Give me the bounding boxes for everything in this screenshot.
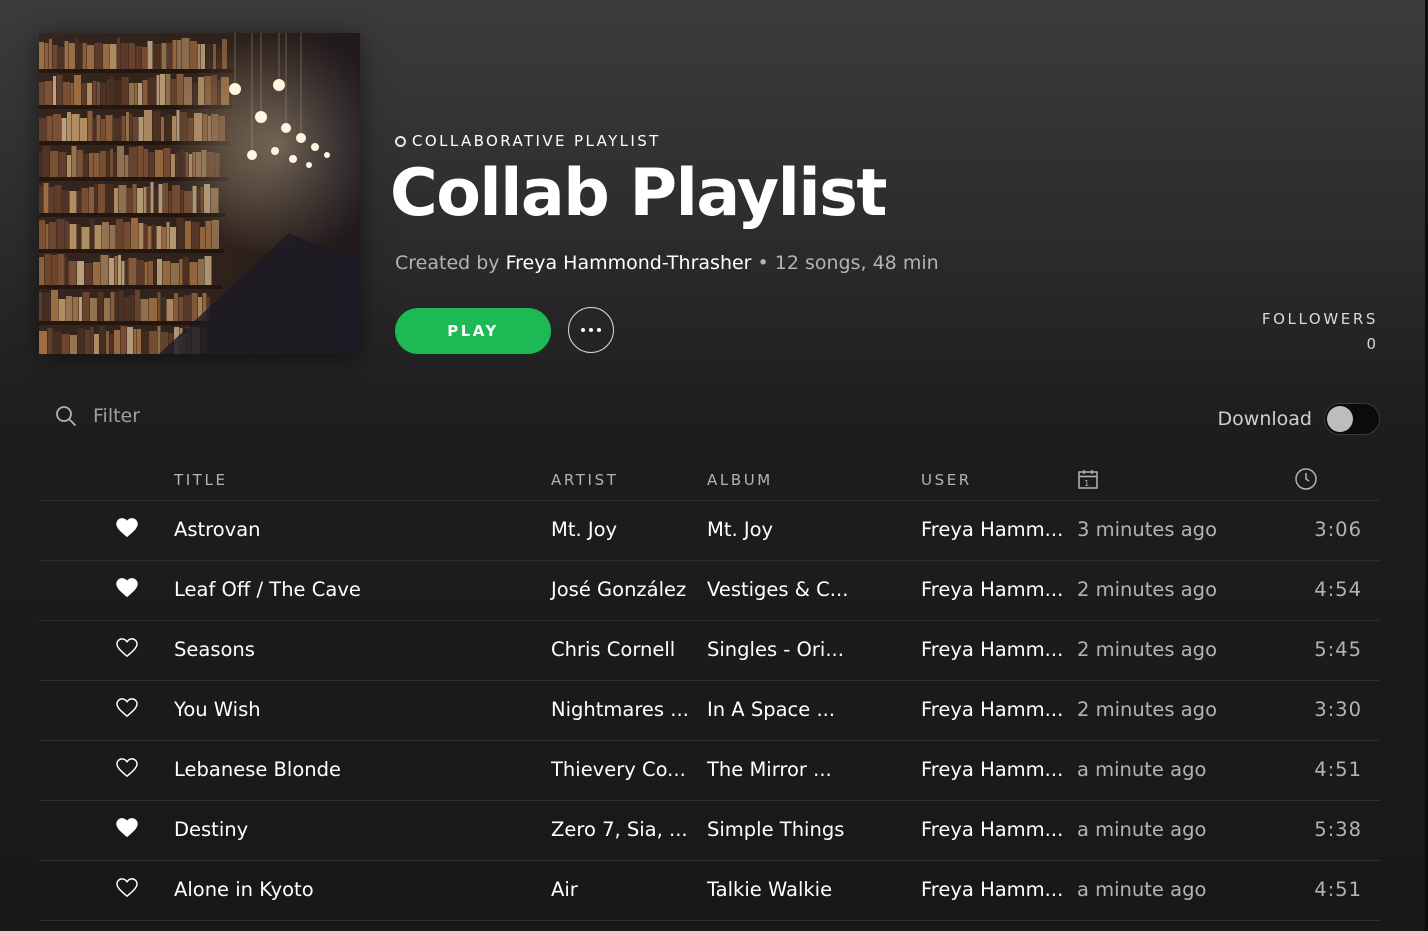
track-duration: 3:30 [1314,698,1362,721]
track-album[interactable]: Mt. Joy [707,518,773,541]
track-artist[interactable]: Thievery Co... [551,758,686,781]
track-row[interactable]: Lebanese Blonde Thievery Co... The Mirro… [39,741,1380,801]
track-duration: 4:51 [1314,878,1362,901]
track-user[interactable]: Freya Hamm... [921,578,1063,601]
track-duration: 5:45 [1314,638,1362,661]
heart-outline-icon[interactable] [116,698,138,718]
heart-icon[interactable] [116,818,138,838]
created-by-label: Created by [395,252,500,274]
track-artist[interactable]: Nightmares ... [551,698,689,721]
clock-icon [1295,468,1317,490]
track-title[interactable]: Leaf Off / The Cave [174,578,361,601]
heart-outline-icon[interactable] [116,758,138,778]
track-added: 2 minutes ago [1077,578,1217,601]
playlist-type-label: COLLABORATIVE PLAYLIST [412,132,661,150]
track-row[interactable]: You Wish Nightmares ... In A Space ... F… [39,681,1380,741]
track-user[interactable]: Freya Hamm... [921,878,1063,901]
play-button[interactable]: PLAY [395,308,551,354]
track-duration: 5:38 [1314,818,1362,841]
download-label: Download [1217,408,1312,430]
calendar-icon: 1 [1078,470,1098,489]
search-icon [56,406,76,426]
playlist-title: Collab Playlist [390,156,887,231]
track-duration: 3:06 [1314,518,1362,541]
track-added: a minute ago [1077,758,1207,781]
playlist-meta: Created by Freya Hammond-Thrasher • 12 s… [395,252,939,274]
column-date-added[interactable]: 1 [1077,468,1099,494]
ellipsis-icon [581,328,601,332]
heart-outline-icon[interactable] [116,638,138,658]
track-artist[interactable]: Air [551,878,578,901]
track-added: 2 minutes ago [1077,698,1217,721]
track-row[interactable]: Seasons Chris Cornell Singles - Ori... F… [39,621,1380,681]
track-album[interactable]: The Mirror ... [707,758,832,781]
track-title[interactable]: Seasons [174,638,255,661]
column-album[interactable]: ALBUM [707,471,773,489]
download-control: Download [1218,403,1380,435]
heart-icon[interactable] [116,518,138,538]
download-toggle[interactable] [1324,403,1380,435]
track-duration: 4:51 [1314,758,1362,781]
track-title[interactable]: You Wish [174,698,261,721]
track-duration: 4:54 [1314,578,1362,601]
track-row[interactable]: Leaf Off / The Cave José González Vestig… [39,561,1380,621]
followers: FOLLOWERS 0 [1262,310,1378,353]
followers-label: FOLLOWERS [1261,310,1378,328]
track-album[interactable]: Vestiges & C... [707,578,848,601]
filter-bar [55,404,395,428]
track-artist[interactable]: José González [551,578,686,601]
track-user[interactable]: Freya Hamm... [921,758,1063,781]
track-title[interactable]: Astrovan [174,518,261,541]
track-album[interactable]: Singles - Ori... [707,638,844,661]
track-added: 2 minutes ago [1077,638,1217,661]
column-duration[interactable] [1294,467,1318,495]
track-user[interactable]: Freya Hamm... [921,818,1063,841]
owner-link[interactable]: Freya Hammond-Thrasher [506,252,752,274]
playlist-stats: • 12 songs, 48 min [757,252,939,274]
more-options-button[interactable] [568,307,614,353]
track-user[interactable]: Freya Hamm... [921,638,1063,661]
heart-icon[interactable] [116,578,138,598]
track-row[interactable]: Alone in Kyoto Air Talkie Walkie Freya H… [39,861,1380,921]
track-row[interactable]: Astrovan Mt. Joy Mt. Joy Freya Hamm... 3… [39,501,1380,561]
collaborative-icon [395,135,406,147]
playlist-type: COLLABORATIVE PLAYLIST [395,132,661,150]
tracklist-header: TITLE ARTIST ALBUM USER 1 [39,460,1380,501]
svg-text:1: 1 [1084,479,1092,488]
followers-count: 0 [1366,335,1378,353]
column-user[interactable]: USER [921,471,972,489]
toggle-knob [1327,406,1353,432]
track-title[interactable]: Lebanese Blonde [174,758,341,781]
track-album[interactable]: Simple Things [707,818,844,841]
track-user[interactable]: Freya Hamm... [921,698,1063,721]
track-artist[interactable]: Mt. Joy [551,518,617,541]
track-user[interactable]: Freya Hamm... [921,518,1063,541]
filter-input[interactable] [91,404,395,428]
track-album[interactable]: Talkie Walkie [707,878,832,901]
track-album[interactable]: In A Space ... [707,698,835,721]
heart-outline-icon[interactable] [116,878,138,898]
column-artist[interactable]: ARTIST [551,471,618,489]
track-title[interactable]: Destiny [174,818,248,841]
track-artist[interactable]: Zero 7, Sia, ... [551,818,688,841]
track-artist[interactable]: Chris Cornell [551,638,675,661]
track-added: 3 minutes ago [1077,518,1217,541]
track-title[interactable]: Alone in Kyoto [174,878,314,901]
tracklist: Astrovan Mt. Joy Mt. Joy Freya Hamm... 3… [39,501,1380,921]
track-added: a minute ago [1077,818,1207,841]
column-title[interactable]: TITLE [174,471,228,489]
track-added: a minute ago [1077,878,1207,901]
track-row[interactable]: Destiny Zero 7, Sia, ... Simple Things F… [39,801,1380,861]
playlist-cover-image [39,33,360,354]
